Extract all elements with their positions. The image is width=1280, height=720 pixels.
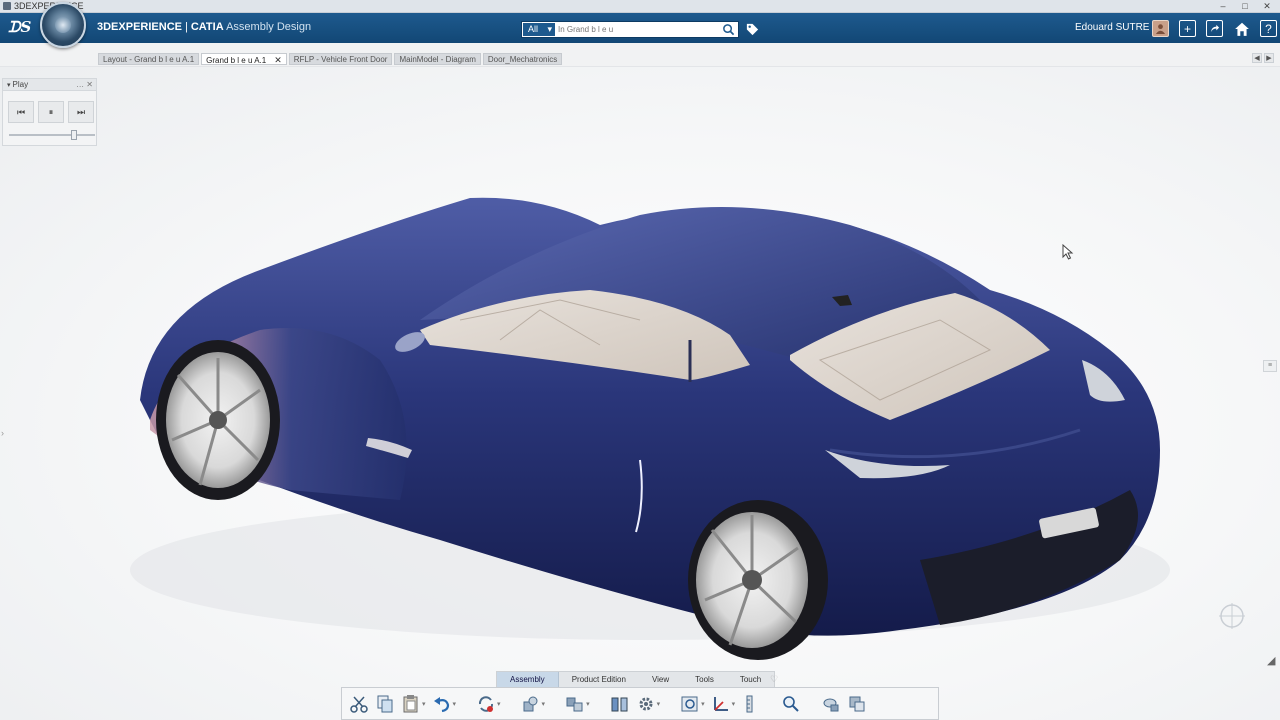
resize-grip-icon[interactable]: ◢: [1267, 654, 1275, 667]
window-controls: – □ ✕: [1212, 0, 1278, 12]
app-name: Assembly Design: [226, 21, 312, 33]
gear-icon[interactable]: [635, 693, 657, 715]
maximize-button[interactable]: □: [1234, 0, 1256, 12]
skip-forward-button[interactable]: ⏭: [68, 101, 94, 123]
axis-dropdown-icon[interactable]: ▾: [732, 700, 736, 708]
play-panel: ▾ Play … ✕ ⏮ ⏸ ⏭: [2, 78, 97, 146]
action-bar-section-tabs: Assembly Product Edition View Tools Touc…: [496, 671, 776, 687]
update-dropdown-icon[interactable]: ▾: [497, 700, 501, 708]
section-tab-view[interactable]: View: [639, 672, 682, 687]
action-bar: ▾ ▾ ▾ ▾ ▾ ▾ ▾ ▾: [341, 687, 939, 720]
view-compass-icon[interactable]: [1216, 600, 1248, 632]
copy-icon[interactable]: [374, 693, 396, 715]
add-icon[interactable]: +: [1179, 20, 1196, 37]
section-tab-assembly[interactable]: Assembly: [497, 672, 559, 687]
gear-dropdown-icon[interactable]: ▾: [657, 700, 661, 708]
search-scope-dropdown[interactable]: All: [523, 23, 555, 36]
app-title: 3DEXPERIENCE | CATIA Assembly Design: [97, 21, 311, 33]
brand-name: 3DEXPERIENCE: [97, 21, 182, 33]
play-controls: ⏮ ⏸ ⏭: [8, 101, 94, 123]
undo-dropdown-icon[interactable]: ▾: [453, 700, 457, 708]
app-small-logo-icon: [3, 2, 11, 10]
measure-icon[interactable]: [740, 693, 762, 715]
right-panel-icon[interactable]: ≡: [1263, 360, 1277, 372]
section-dropdown-icon[interactable]: ▾: [701, 700, 705, 708]
search-icon[interactable]: [722, 23, 735, 36]
home-icon[interactable]: [1233, 20, 1250, 37]
axis-system-icon[interactable]: [710, 693, 732, 715]
section-tab-product-edition[interactable]: Product Edition: [559, 672, 639, 687]
share-icon[interactable]: [1206, 20, 1223, 37]
tab-label: Grand b l e u A.1: [206, 56, 267, 65]
help-icon[interactable]: ?: [1260, 20, 1277, 37]
engineering-connection-icon[interactable]: [564, 693, 586, 715]
tab-scroll-left-icon[interactable]: ◀: [1252, 53, 1262, 63]
paste-icon[interactable]: [400, 693, 422, 715]
play-panel-header[interactable]: ▾ Play … ✕: [3, 79, 96, 91]
tab-grand-bleu[interactable]: Grand b l e u A.1 ✕: [201, 53, 287, 65]
top-app-bar: ᗪS 3DEXPERIENCE | CATIA Assembly Design Al…: [0, 13, 1280, 43]
cut-icon[interactable]: [348, 693, 370, 715]
document-tabs: Layout - Grand b l e u A.1 Grand b l e u…: [98, 53, 563, 65]
left-panel-expand-icon[interactable]: ›: [1, 428, 4, 438]
3d-viewport[interactable]: ›: [0, 67, 1280, 720]
skip-back-button[interactable]: ⏮: [8, 101, 34, 123]
pause-button[interactable]: ⏸: [38, 101, 64, 123]
search-input[interactable]: [558, 23, 718, 36]
properties-icon[interactable]: [846, 693, 868, 715]
tab-scroll-controls: ◀ ▶: [1252, 53, 1274, 63]
section-tab-touch[interactable]: Touch: [727, 672, 774, 687]
window-title-bar: 3DEXPERIENCE – □ ✕: [0, 0, 1280, 13]
title-separator: |: [184, 21, 188, 33]
tag-icon[interactable]: [745, 22, 760, 37]
mouse-cursor-icon: [1062, 244, 1074, 260]
play-slider-thumb[interactable]: [71, 130, 78, 140]
zoom-icon[interactable]: [780, 693, 802, 715]
top-right-icons: + ?: [1152, 20, 1277, 37]
play-slider[interactable]: [9, 130, 95, 140]
tab-scroll-right-icon[interactable]: ▶: [1264, 53, 1274, 63]
explode-icon[interactable]: [609, 693, 631, 715]
tab-mainmodel-diagram[interactable]: MainModel - Diagram: [394, 53, 481, 65]
product-name: CATIA: [190, 21, 224, 33]
connection-dropdown-icon[interactable]: ▾: [586, 700, 590, 708]
search-box: All: [521, 21, 739, 38]
tab-door-mechatronics[interactable]: Door_Mechatronics: [482, 53, 563, 65]
update-icon[interactable]: [475, 693, 497, 715]
play-panel-title: Play: [12, 80, 29, 89]
tab-rflp-front-door[interactable]: RFLP - Vehicle Front Door: [288, 53, 393, 65]
user-name[interactable]: Edouard SUTRE: [1075, 22, 1149, 33]
panel-close-icon[interactable]: … ✕: [76, 79, 93, 91]
minimize-button[interactable]: –: [1212, 0, 1234, 12]
close-tab-icon[interactable]: ✕: [274, 55, 282, 65]
undo-icon[interactable]: [431, 693, 453, 715]
3d-compass-icon[interactable]: [40, 2, 86, 48]
dassault-logo-icon[interactable]: ᗪS: [8, 18, 32, 38]
tab-layout[interactable]: Layout - Grand b l e u A.1: [98, 53, 200, 65]
close-window-button[interactable]: ✕: [1256, 0, 1278, 12]
constraint-dropdown-icon[interactable]: ▾: [542, 700, 546, 708]
section-tab-favorites-icon[interactable]: ♡: [770, 674, 778, 685]
section-tab-tools[interactable]: Tools: [682, 672, 727, 687]
hide-show-icon[interactable]: [820, 693, 842, 715]
car-3d-model[interactable]: [0, 67, 1280, 720]
user-avatar-icon[interactable]: [1152, 20, 1169, 37]
paste-dropdown-icon[interactable]: ▾: [422, 700, 426, 708]
collapse-icon[interactable]: ▾: [7, 82, 11, 89]
section-view-icon[interactable]: [679, 693, 701, 715]
assembly-constraint-icon[interactable]: [520, 693, 542, 715]
document-tab-bar: Layout - Grand b l e u A.1 Grand b l e u…: [0, 43, 1280, 67]
